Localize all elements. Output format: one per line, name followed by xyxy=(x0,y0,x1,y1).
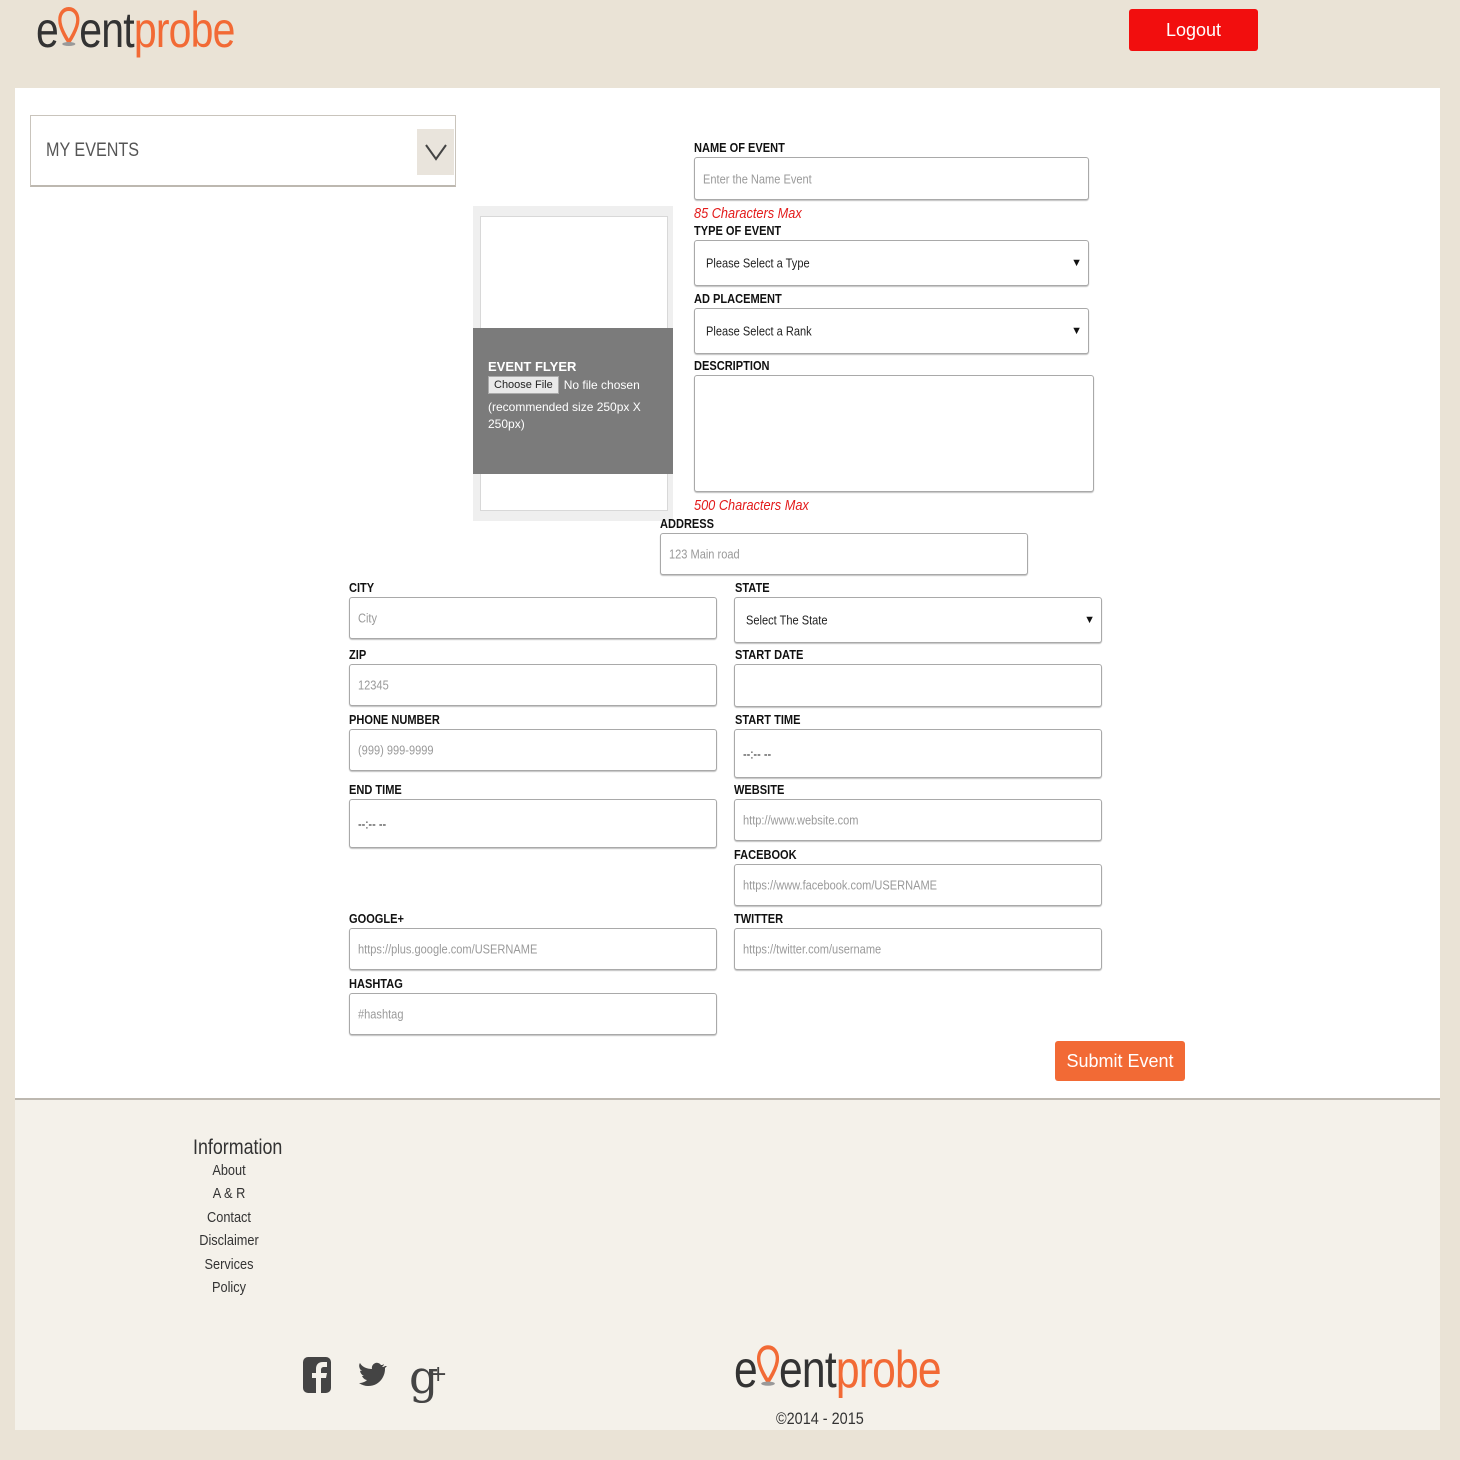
logout-button[interactable]: Logout xyxy=(1129,9,1258,51)
end-time-input[interactable]: --:-- -- xyxy=(349,799,717,848)
zip-label: ZIP xyxy=(349,647,367,662)
svg-text:+: + xyxy=(429,1362,447,1387)
twitter-input[interactable]: https://twitter.com/username xyxy=(734,928,1102,970)
google-plus-input[interactable]: https://plus.google.com/USERNAME xyxy=(349,928,717,970)
hashtag-label: HASHTAG xyxy=(349,976,403,991)
start-time-label: START TIME xyxy=(735,712,801,727)
my-events-label: MY EVENTS xyxy=(46,140,140,161)
description-char-limit: 500 Characters Max xyxy=(694,497,809,514)
footer-link-disclaimer[interactable]: Disclaimer xyxy=(187,1232,272,1249)
facebook-label: FACEBOOK xyxy=(734,847,797,862)
address-label: ADDRESS xyxy=(660,516,715,531)
description-textarea[interactable] xyxy=(694,375,1094,492)
zip-input[interactable]: 12345 xyxy=(349,664,717,706)
city-input[interactable]: City xyxy=(349,597,717,639)
name-char-limit: 85 Characters Max xyxy=(694,205,802,222)
google-plus-label: GOOGLE+ xyxy=(349,911,404,926)
phone-input[interactable]: (999) 999-9999 xyxy=(349,729,717,771)
city-label: CITY xyxy=(349,580,375,595)
start-date-input[interactable] xyxy=(734,664,1102,707)
twitter-label: TWITTER xyxy=(734,911,784,926)
footer-link-contact[interactable]: Contact xyxy=(187,1209,272,1226)
flyer-overlay: EVENT FLYER Choose File No file chosen (… xyxy=(473,328,673,474)
state-select[interactable]: Select The State ▼ xyxy=(734,597,1102,643)
eventprobe-logo[interactable]: e ent probe xyxy=(36,2,235,58)
footer-link-about[interactable]: About xyxy=(187,1162,272,1179)
description-label: DESCRIPTION xyxy=(694,358,770,373)
my-events-dropdown[interactable]: MY EVENTS xyxy=(30,115,456,187)
location-pin-icon xyxy=(756,1340,780,1400)
website-label: WEBSITE xyxy=(734,782,785,797)
footer-link-a-and-r[interactable]: A & R xyxy=(187,1185,272,1202)
location-pin-icon xyxy=(57,2,80,58)
file-status: No file chosen xyxy=(563,378,640,392)
footer-link-policy[interactable]: Policy xyxy=(187,1279,272,1296)
dropdown-arrow-icon: ▼ xyxy=(1071,325,1082,337)
event-name-input[interactable]: Enter the Name Event xyxy=(694,157,1089,200)
hashtag-input[interactable]: #hashtag xyxy=(349,993,717,1035)
end-time-label: END TIME xyxy=(349,782,402,797)
chevron-down-icon[interactable] xyxy=(417,129,454,175)
choose-file-button[interactable]: Choose File xyxy=(488,376,559,394)
flyer-recommendation: (recommended size 250px X 250px) xyxy=(488,400,641,431)
flyer-title: EVENT FLYER xyxy=(488,359,577,374)
dropdown-arrow-icon: ▼ xyxy=(1071,257,1082,269)
start-date-label: START DATE xyxy=(735,647,804,662)
footer-link-services[interactable]: Services xyxy=(187,1256,272,1273)
website-input[interactable]: http://www.website.com xyxy=(734,799,1102,841)
dropdown-arrow-icon: ▼ xyxy=(1084,614,1095,626)
event-type-select[interactable]: Please Select a Type ▼ xyxy=(694,240,1089,286)
ad-placement-label: AD PLACEMENT xyxy=(694,291,782,306)
name-of-event-label: NAME OF EVENT xyxy=(694,140,785,155)
start-time-input[interactable]: --:-- -- xyxy=(734,729,1102,778)
google-plus-icon[interactable]: g + xyxy=(409,1349,449,1414)
event-flyer-upload: EVENT FLYER Choose File No file chosen (… xyxy=(473,206,673,521)
copyright-text: ©2014 - 2015 xyxy=(776,1409,864,1428)
state-label: STATE xyxy=(735,580,770,595)
type-of-event-label: TYPE OF EVENT xyxy=(694,223,782,238)
facebook-input[interactable]: https://www.facebook.com/USERNAME xyxy=(734,864,1102,906)
ad-placement-select[interactable]: Please Select a Rank ▼ xyxy=(694,308,1089,354)
footer-eventprobe-logo[interactable]: e ent probe xyxy=(734,1340,942,1400)
phone-label: PHONE NUMBER xyxy=(349,712,440,727)
address-input[interactable]: 123 Main road xyxy=(660,533,1028,575)
information-heading: Information xyxy=(193,1136,283,1159)
submit-event-button[interactable]: Submit Event xyxy=(1055,1041,1185,1081)
facebook-icon[interactable] xyxy=(302,1352,332,1403)
twitter-icon[interactable] xyxy=(357,1360,387,1397)
